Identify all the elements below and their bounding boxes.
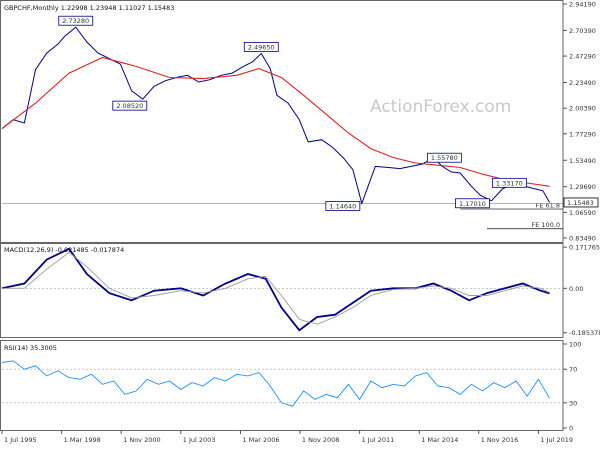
y-tick-label: 2.94190 — [569, 1, 596, 9]
x-tick-label: 1 Nov 2000 — [123, 436, 161, 444]
y-tick-label: 100 — [569, 341, 581, 349]
annotation-label: 2.08520 — [116, 102, 143, 110]
annotation-label: 1.33170 — [496, 179, 523, 187]
macd-frame — [0, 243, 564, 338]
x-tick-label: 1 Jul 2003 — [183, 436, 216, 444]
x-tick-label: 1 Nov 2008 — [302, 436, 340, 444]
macd-header: MACD(12,26,9) -0.021485 -0.017874 — [4, 246, 124, 254]
y-tick-label: 2.00390 — [569, 105, 596, 113]
y-tick-label: 0.83490 — [569, 235, 596, 243]
y-tick-label: 1.53490 — [569, 157, 596, 165]
rsi-chart: RSI(14) 35.3005 0 30 70 100 1 Jul 1995 1 Mar 1… — [0, 340, 581, 444]
x-tick-label: 1 Jul 2019 — [540, 436, 573, 444]
rsi-frame — [0, 340, 564, 431]
price-header: GBPCHF,Monthly 1.22998 1.23948 1.11027 1… — [4, 4, 174, 12]
watermark: ActionForex.com — [370, 97, 511, 117]
y-tick-label: 2.23490 — [569, 79, 596, 87]
macd-series-line — [1, 247, 550, 332]
y-tick-label: 0.00 — [569, 285, 583, 293]
macd-chart: MACD(12,26,9) -0.021485 -0.017874 0.17176… — [0, 243, 600, 338]
x-tick-label: 1 Mar 1998 — [64, 436, 101, 444]
y-tick-label: 1.29690 — [569, 183, 596, 191]
y-tick-label: -0.185378 — [569, 329, 600, 337]
fib-level-label: FE 61.8 — [536, 202, 560, 210]
price-chart: ActionForex.com GBPCHF,Monthly 1.22998 1.… — [0, 0, 599, 243]
y-tick-label: 70 — [569, 366, 577, 374]
fib-level-label: FE 100.0 — [531, 221, 560, 229]
sma-series-line — [1, 56, 550, 187]
rsi-header: RSI(14) 35.3005 — [4, 344, 57, 352]
x-tick-label: 1 Mar 2014 — [421, 436, 458, 444]
price-tag-label: 1.15483 — [567, 199, 594, 207]
y-tick-label: 2.47290 — [569, 53, 596, 61]
annotation-label: 1.17010 — [459, 200, 486, 208]
annotation-label: 2.49650 — [248, 43, 275, 51]
y-tick-label: 0 — [569, 425, 573, 433]
annotation-label: 1.14640 — [329, 202, 356, 210]
price-panel: ActionForex.com GBPCHF,Monthly 1.22998 1.… — [0, 0, 600, 243]
x-tick-label: 1 Mar 2006 — [242, 436, 279, 444]
x-tick-label: 1 Nov 2016 — [481, 436, 519, 444]
rsi-panel: RSI(14) 35.3005 0 30 70 100 1 Jul 1995 1 Mar 1… — [0, 340, 600, 450]
y-tick-label: 30 — [569, 399, 577, 407]
y-tick-label: 2.70390 — [569, 27, 596, 35]
x-tick-label: 1 Jul 1995 — [4, 436, 37, 444]
y-tick-label: 0.171765 — [569, 244, 600, 252]
x-tick-label: 1 Jul 2011 — [362, 436, 395, 444]
annotation-label: 2.73280 — [62, 17, 89, 25]
y-tick-label: 1.77290 — [569, 130, 596, 138]
macd-panel: MACD(12,26,9) -0.021485 -0.017874 0.17176… — [0, 243, 600, 340]
rsi-series-line — [1, 360, 550, 407]
y-tick-label: 1.06590 — [569, 209, 596, 217]
annotation-label: 1.55780 — [431, 154, 458, 162]
